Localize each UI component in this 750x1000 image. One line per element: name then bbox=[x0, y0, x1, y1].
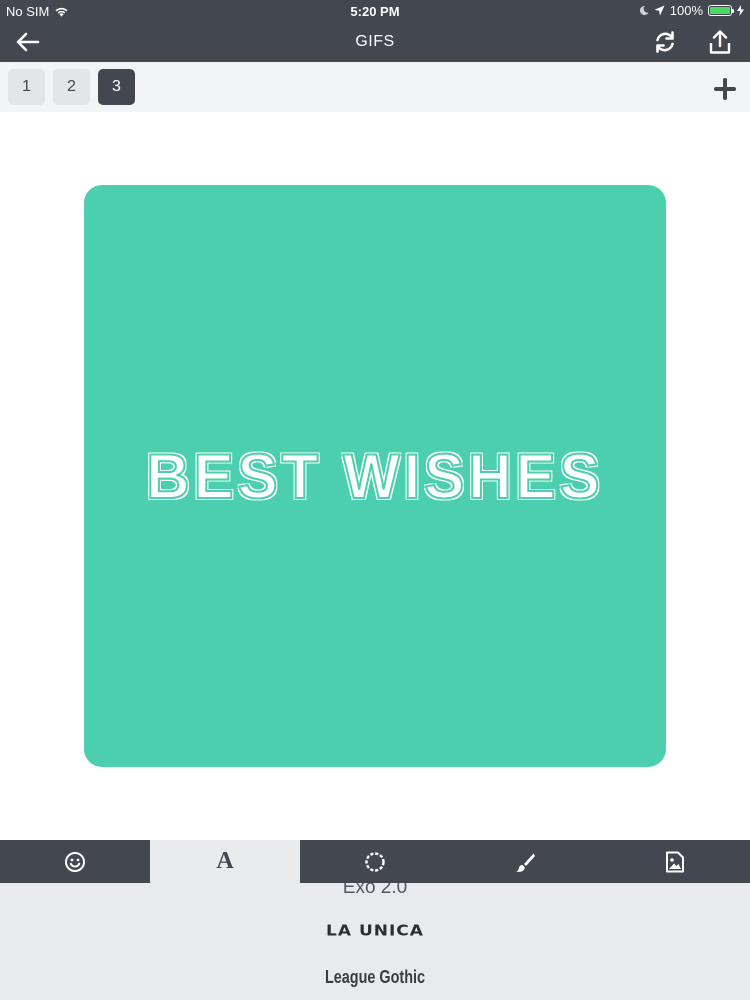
font-option-league-gothic[interactable]: League Gothic bbox=[75, 967, 675, 988]
charging-bolt-icon bbox=[737, 5, 744, 16]
add-page-button[interactable] bbox=[708, 72, 742, 106]
page-title: GIFS bbox=[355, 33, 395, 50]
background-tab[interactable] bbox=[600, 840, 750, 883]
font-option-exo[interactable]: Exo 2.0 bbox=[0, 883, 750, 899]
font-option-la-unica[interactable]: LA UNICA bbox=[0, 922, 750, 940]
page-tab-1[interactable]: 1 bbox=[8, 69, 45, 105]
location-arrow-icon bbox=[654, 5, 665, 16]
status-time: 5:20 PM bbox=[350, 4, 400, 19]
page-tab-2[interactable]: 2 bbox=[53, 69, 90, 105]
share-icon bbox=[709, 30, 731, 54]
refresh-button[interactable] bbox=[649, 26, 681, 58]
shapes-tab[interactable] bbox=[300, 840, 450, 883]
image-icon bbox=[666, 851, 684, 872]
plus-icon bbox=[714, 78, 736, 100]
draw-tab[interactable] bbox=[450, 840, 600, 883]
battery-fill bbox=[710, 7, 730, 14]
stickers-tab[interactable] bbox=[0, 840, 150, 883]
refresh-icon bbox=[656, 31, 674, 53]
status-bar: No SIM 5:20 PM 100% bbox=[0, 0, 750, 22]
battery-icon bbox=[708, 5, 734, 16]
text-tab[interactable]: A bbox=[150, 840, 300, 883]
nav-bar: GIFS bbox=[0, 22, 750, 62]
font-list: Exo 2.0 LA UNICA League Gothic bbox=[0, 883, 750, 1000]
gif-canvas[interactable]: BEST WISHES bbox=[84, 185, 666, 767]
smiley-icon bbox=[65, 851, 85, 872]
page-tab-3[interactable]: 3 bbox=[98, 69, 135, 105]
status-right: 100% bbox=[639, 3, 744, 18]
moon-icon bbox=[639, 5, 649, 15]
share-button[interactable] bbox=[704, 26, 736, 58]
canvas-text[interactable]: BEST WISHES bbox=[145, 440, 603, 512]
battery-percent: 100% bbox=[669, 3, 703, 18]
font-icon: A bbox=[216, 848, 234, 874]
page-tabs: 1 2 3 bbox=[0, 62, 750, 112]
tool-bar: A bbox=[0, 840, 750, 883]
circle-icon bbox=[365, 851, 385, 872]
brush-icon bbox=[516, 853, 535, 872]
